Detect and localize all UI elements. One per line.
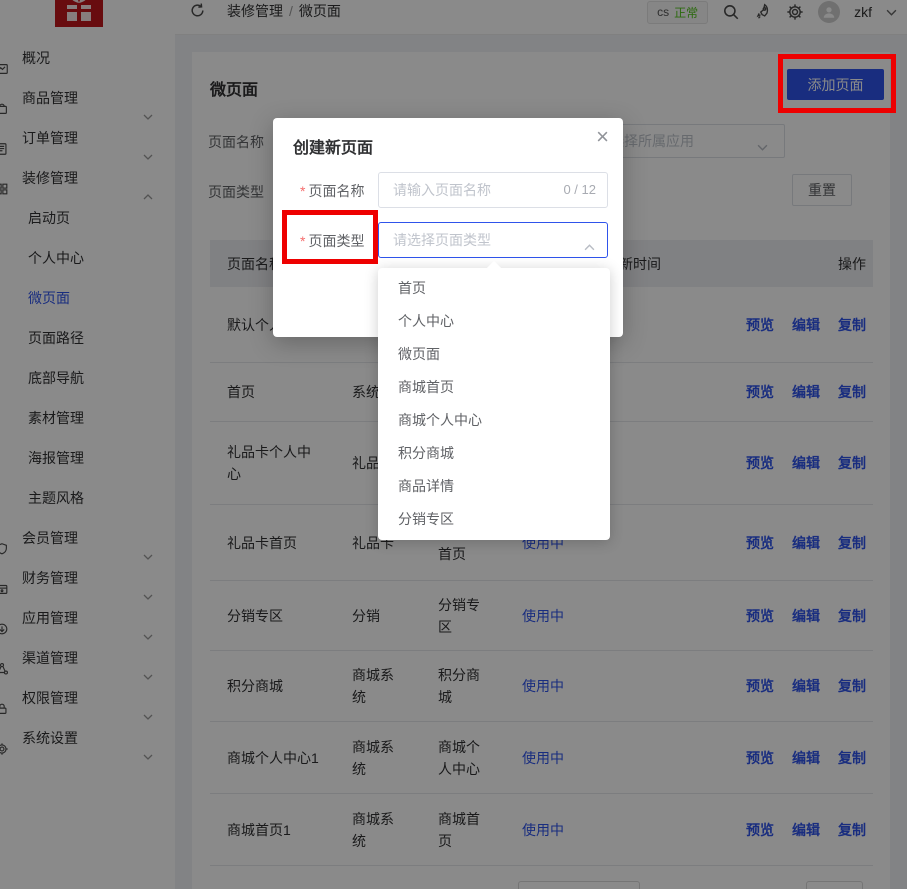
dropdown-option-home[interactable]: 首页 (378, 272, 610, 305)
dropdown-option-mall-home[interactable]: 商城首页 (378, 371, 610, 404)
app-root: 概况 商品管理 订单管理 装修管理 启动页 个人中心 微页面 页面路径 底部导航… (0, 0, 907, 889)
dropdown-option-product-detail[interactable]: 商品详情 (378, 470, 610, 503)
close-icon[interactable]: × (596, 126, 609, 148)
dropdown-option-mall-personal-center[interactable]: 商城个人中心 (378, 404, 610, 437)
char-counter: 0 / 12 (563, 182, 596, 197)
modal-title: 创建新页面 (293, 134, 373, 158)
required-mark: * (300, 183, 305, 199)
page-type-dropdown: 首页 个人中心 微页面 商城首页 商城个人中心 积分商城 商品详情 分销专区 (378, 268, 610, 540)
modal-type-label: *页面类型 (300, 231, 380, 251)
dropdown-option-distribution-zone[interactable]: 分销专区 (378, 503, 610, 536)
modal-name-label: *页面名称 (300, 181, 380, 201)
chevron-up-icon (584, 238, 595, 254)
page-type-select[interactable]: 请选择页面类型 (378, 222, 608, 258)
dropdown-option-micro-page[interactable]: 微页面 (378, 338, 610, 371)
dropdown-option-personal-center[interactable]: 个人中心 (378, 305, 610, 338)
dropdown-option-points-mall[interactable]: 积分商城 (378, 437, 610, 470)
required-mark: * (300, 233, 305, 249)
page-type-placeholder: 请选择页面类型 (393, 223, 491, 257)
